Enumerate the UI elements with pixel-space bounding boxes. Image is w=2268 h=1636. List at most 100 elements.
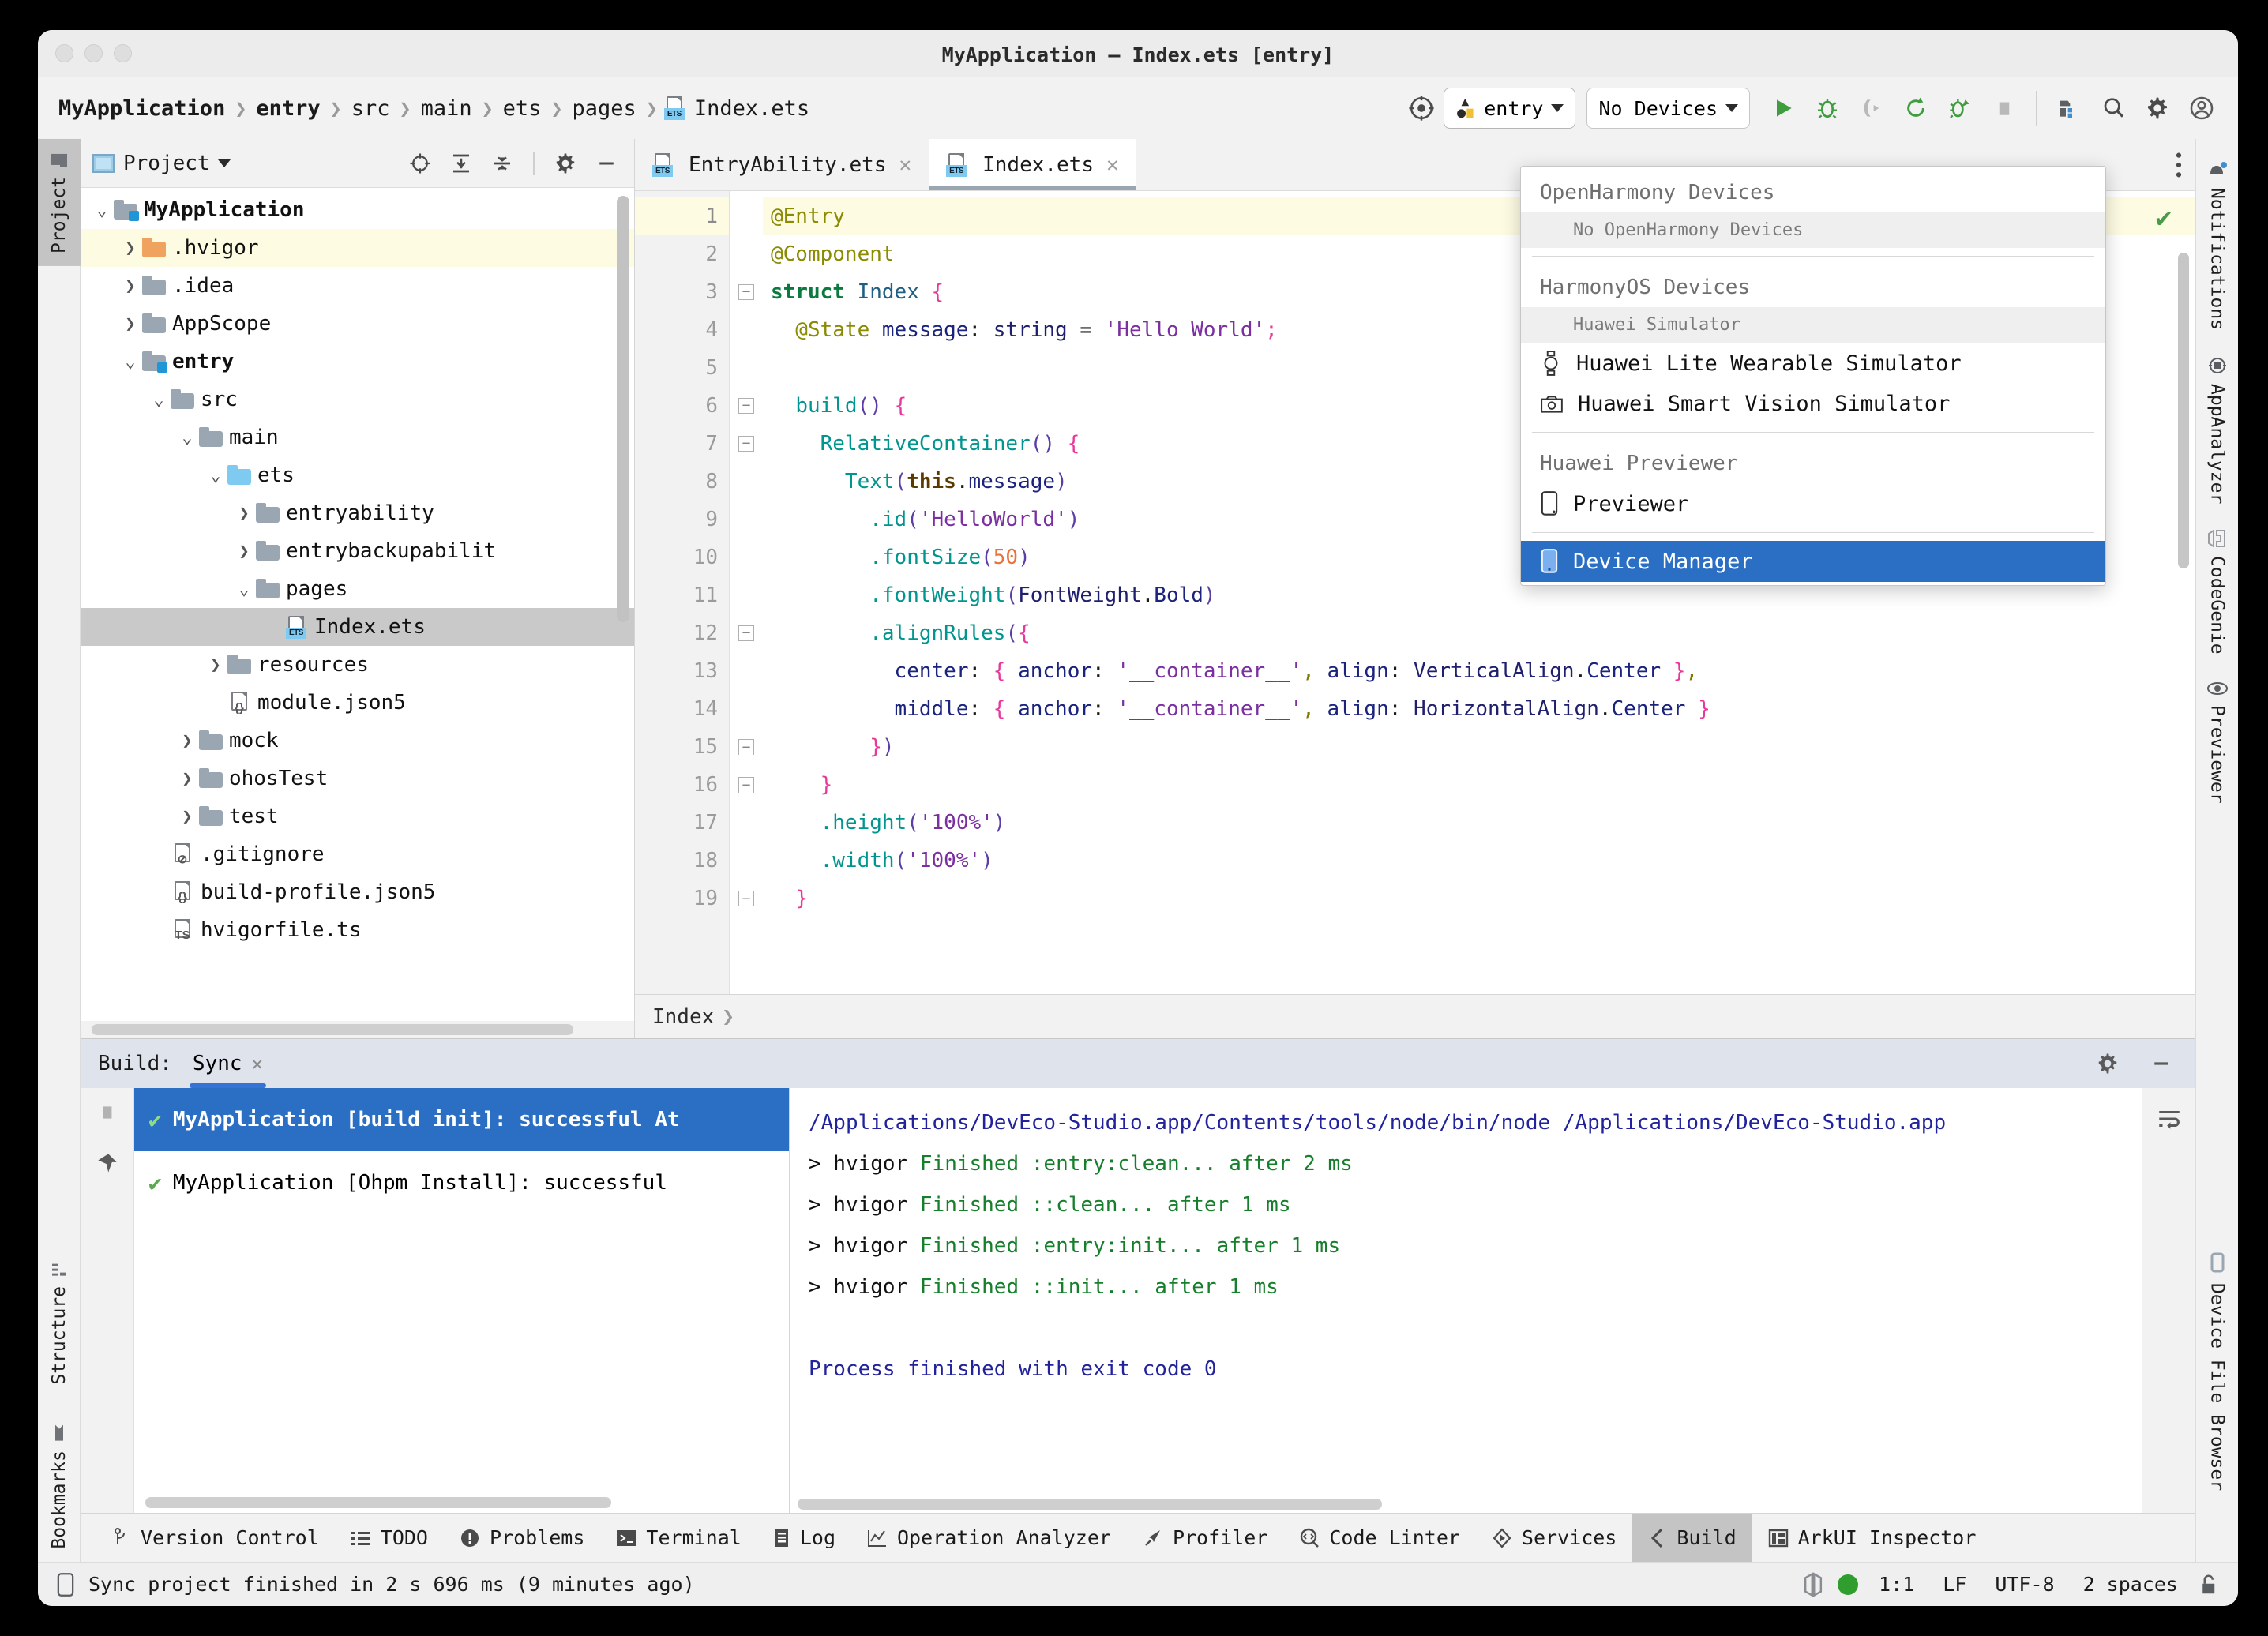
- tree-node-appscope[interactable]: ❯ AppScope: [81, 305, 634, 343]
- tree-node-ets[interactable]: ⌄ ets: [81, 456, 634, 494]
- dropdown-item-huawei-lite-wearable-simulator[interactable]: Huawei Lite Wearable Simulator: [1521, 343, 2105, 384]
- memory-icon[interactable]: [1801, 1571, 1825, 1597]
- twisty-icon[interactable]: ❯: [177, 731, 197, 751]
- soft-wrap-icon[interactable]: [2155, 1105, 2184, 1513]
- chevron-down-icon[interactable]: [217, 159, 231, 167]
- fold-marker[interactable]: [730, 311, 763, 349]
- breadcrumb-file[interactable]: Index.ets: [691, 96, 813, 121]
- device-dropdown-menu[interactable]: OpenHarmony Devices No OpenHarmony Device…: [1520, 166, 2106, 586]
- fold-marker[interactable]: [730, 576, 763, 614]
- fold-marker[interactable]: [730, 690, 763, 728]
- search-icon[interactable]: [2091, 86, 2135, 130]
- twisty-icon[interactable]: ⌄: [148, 390, 169, 410]
- status-ok-dot[interactable]: [1838, 1574, 1859, 1595]
- fold-marker[interactable]: [730, 235, 763, 273]
- breadcrumb[interactable]: MyApplication ❯ entry ❯ src ❯ main ❯ ets…: [55, 96, 813, 121]
- build-results-tree[interactable]: ✔ MyApplication [build init]: successful …: [134, 1088, 790, 1513]
- caret-position[interactable]: 1:1: [1871, 1573, 1922, 1596]
- tool-tab-arkui-inspector[interactable]: ArkUI Inspector: [1752, 1514, 1992, 1562]
- editor-breadcrumb-item[interactable]: Index: [652, 1005, 714, 1029]
- fold-marker[interactable]: −: [730, 880, 763, 917]
- twisty-icon[interactable]: ⌄: [205, 466, 226, 486]
- fold-marker[interactable]: [730, 842, 763, 880]
- inspection-status-icon[interactable]: ✔: [2156, 202, 2172, 234]
- project-vscrollbar-thumb[interactable]: [617, 196, 629, 622]
- settings-icon[interactable]: [2135, 86, 2180, 130]
- breadcrumb-item-5[interactable]: pages: [569, 96, 640, 121]
- code-folding-gutter[interactable]: − − − − − − −: [730, 191, 763, 994]
- gear-icon[interactable]: [2091, 1047, 2124, 1080]
- build-result-row[interactable]: ✔ MyApplication [build init]: successful …: [134, 1088, 789, 1151]
- lock-open-icon[interactable]: [2199, 1573, 2221, 1597]
- tree-node-pages[interactable]: ⌄ pages: [81, 570, 634, 608]
- breadcrumb-item-1[interactable]: entry: [253, 96, 323, 121]
- project-hscrollbar-track[interactable]: [81, 1021, 634, 1038]
- minimize-icon[interactable]: [590, 147, 623, 180]
- breadcrumb-item-3[interactable]: main: [418, 96, 475, 121]
- gear-icon[interactable]: [549, 147, 582, 180]
- pin-icon[interactable]: [96, 1151, 118, 1175]
- tree-node-entry[interactable]: ⌄ entry: [81, 343, 634, 381]
- project-hscrollbar-thumb[interactable]: [92, 1024, 573, 1035]
- project-tree[interactable]: ⌄ MyApplication ❯ .hvigor ❯ .idea ❯ AppScope ⌄ en…: [81, 188, 634, 1021]
- code-line[interactable]: }: [763, 880, 2195, 917]
- build-result-row[interactable]: ✔ MyApplication [Ohpm Install]: successfu…: [134, 1151, 789, 1214]
- fold-marker[interactable]: −: [730, 425, 763, 463]
- code-line[interactable]: center: { anchor: '__container__', align…: [763, 652, 2195, 690]
- tool-tab-version-control[interactable]: Version Control: [96, 1514, 335, 1562]
- twisty-icon[interactable]: ❯: [234, 542, 254, 561]
- twisty-icon[interactable]: ❯: [205, 655, 226, 675]
- fold-marker[interactable]: [730, 197, 763, 235]
- locate-icon[interactable]: [404, 147, 437, 180]
- tree-node-entrybackupabilit[interactable]: ❯ entrybackupabilit: [81, 532, 634, 570]
- rerun-icon[interactable]: [1894, 86, 1938, 130]
- close-icon[interactable]: ✕: [1106, 153, 1119, 177]
- attach-debugger-icon[interactable]: [1849, 86, 1894, 130]
- tab-entryability-ets[interactable]: ETS EntryAbility.ets ✕: [635, 139, 929, 190]
- run-configuration-selector[interactable]: entry: [1444, 88, 1576, 129]
- tree-node-module-json5[interactable]: {} module.json5: [81, 684, 634, 722]
- build-log-hscrollbar-thumb[interactable]: [798, 1499, 1382, 1510]
- file-encoding[interactable]: UTF-8: [1987, 1573, 2062, 1596]
- tree-node-main[interactable]: ⌄ main: [81, 418, 634, 456]
- tool-tab-build[interactable]: Build: [1632, 1514, 1752, 1562]
- tool-tab-todo[interactable]: TODO: [335, 1514, 444, 1562]
- tree-node-test[interactable]: ❯ test: [81, 797, 634, 835]
- twisty-icon[interactable]: ⌄: [120, 352, 141, 372]
- tab-index-ets[interactable]: ETS Index.ets ✕: [929, 139, 1136, 190]
- run-icon[interactable]: [1761, 86, 1805, 130]
- twisty-icon[interactable]: ❯: [177, 807, 197, 827]
- dropdown-item-device-manager[interactable]: Device Manager: [1521, 541, 2105, 582]
- twisty-icon[interactable]: ❯: [120, 238, 141, 258]
- twisty-icon[interactable]: ⌄: [177, 428, 197, 448]
- close-icon[interactable]: ✕: [252, 1053, 263, 1075]
- fold-marker[interactable]: [730, 463, 763, 501]
- tool-tab-services[interactable]: Services: [1476, 1514, 1632, 1562]
- build-tree-hscrollbar-thumb[interactable]: [145, 1497, 611, 1508]
- fold-marker[interactable]: [730, 804, 763, 842]
- code-line[interactable]: .alignRules({: [763, 614, 2195, 652]
- twisty-icon[interactable]: ❯: [120, 314, 141, 334]
- fold-marker[interactable]: −: [730, 766, 763, 804]
- fold-marker[interactable]: [730, 538, 763, 576]
- tree-node-ohostest[interactable]: ❯ ohosTest: [81, 760, 634, 797]
- collapse-all-icon[interactable]: [486, 147, 519, 180]
- bottom-tool-tabs[interactable]: Version Control TODO Problems Terminal Log Op…: [81, 1513, 2195, 1562]
- sidebar-item-previewer[interactable]: Previewer: [2206, 667, 2229, 816]
- tree-node--idea[interactable]: ❯ .idea: [81, 267, 634, 305]
- tree-node--gitignore[interactable]: ⊘ .gitignore: [81, 835, 634, 873]
- twisty-icon[interactable]: ⌄: [234, 580, 254, 599]
- minimize-icon[interactable]: [2145, 1047, 2178, 1080]
- tree-node-build-profile-json5[interactable]: {} build-profile.json5: [81, 873, 634, 911]
- code-line[interactable]: }): [763, 728, 2195, 766]
- build-log-output[interactable]: /Applications/DevEco-Studio.app/Contents…: [790, 1088, 2142, 1513]
- indent-setting[interactable]: 2 spaces: [2075, 1573, 2186, 1596]
- tool-tab-terminal[interactable]: Terminal: [600, 1514, 757, 1562]
- device-manager-icon[interactable]: [2047, 86, 2091, 130]
- tree-node-myapplication[interactable]: ⌄ MyApplication: [81, 191, 634, 229]
- twisty-icon[interactable]: ❯: [177, 769, 197, 789]
- fold-marker[interactable]: [730, 501, 763, 538]
- fold-marker[interactable]: −: [730, 728, 763, 766]
- breadcrumb-item-4[interactable]: ets: [500, 96, 545, 121]
- fold-marker[interactable]: [730, 349, 763, 387]
